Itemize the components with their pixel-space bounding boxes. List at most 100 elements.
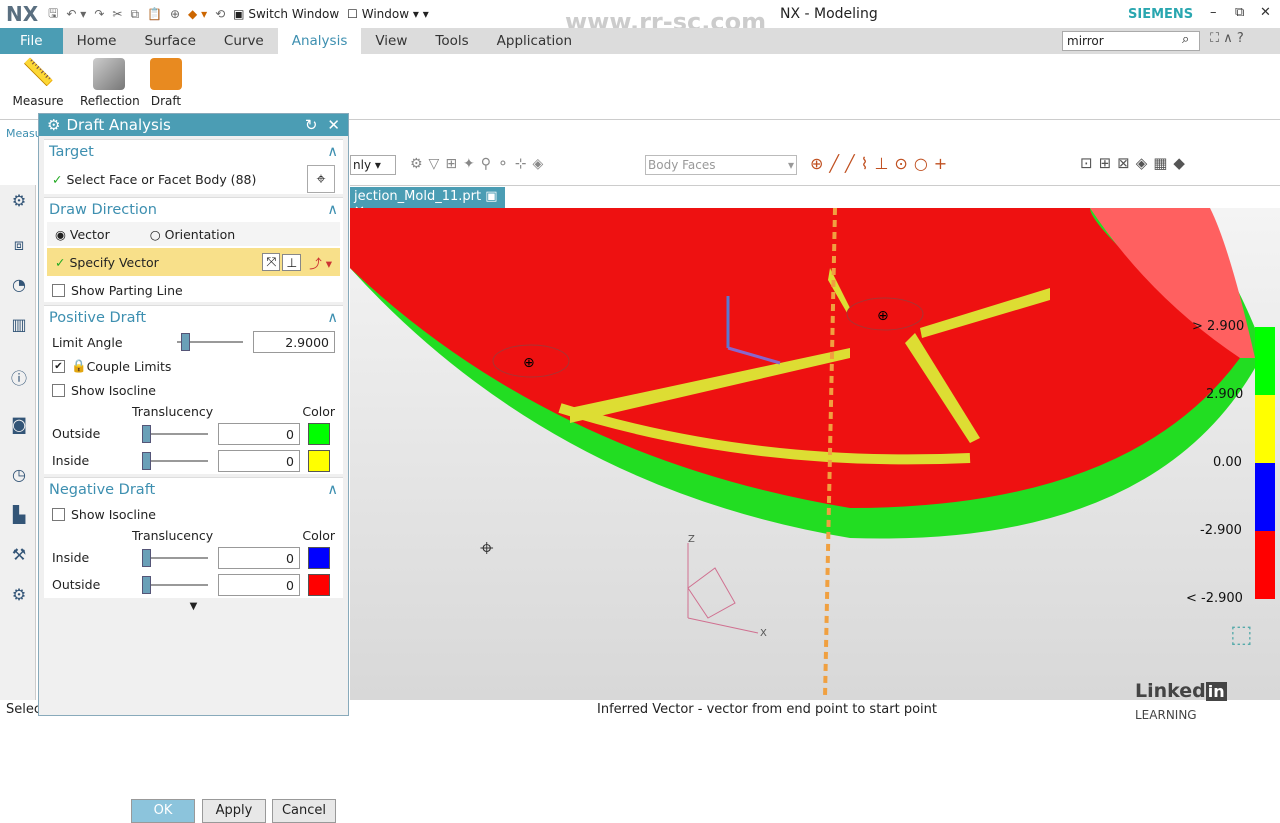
outside-translucency-input[interactable]: 0 bbox=[218, 422, 300, 445]
reverse-direction-icon[interactable]: ⊥ bbox=[282, 253, 302, 271]
limit-angle-slider[interactable] bbox=[177, 333, 243, 351]
undo-icon[interactable]: ↶ ▾ bbox=[66, 7, 86, 21]
fullscreen-icon[interactable]: ⛶ ∧ ? bbox=[1210, 31, 1244, 46]
copy-icon[interactable]: ⧉ bbox=[130, 7, 139, 22]
window-menu-button[interactable]: ☐ Window ▾ ▾ bbox=[347, 7, 429, 21]
negative-outside-color-swatch[interactable] bbox=[308, 573, 330, 596]
command-search-input[interactable]: mirror bbox=[1062, 31, 1200, 51]
negative-outside-input[interactable]: 0 bbox=[218, 573, 300, 596]
orientation-radio[interactable]: ○ Orientation bbox=[150, 227, 235, 242]
snap-point-icons[interactable]: ⊕╱╱⌇⊥⊙○+ bbox=[810, 154, 953, 173]
show-parting-line-checkbox[interactable]: Show Parting Line bbox=[44, 278, 343, 302]
switch-window-button[interactable]: ▣ Switch Window bbox=[233, 7, 339, 21]
reset-icon[interactable]: ↻ bbox=[305, 116, 318, 134]
inferred-vector-dropdown[interactable]: ⤴ ▾ bbox=[309, 253, 332, 272]
tab-analysis[interactable]: Analysis bbox=[277, 28, 362, 54]
nx-logo: NX bbox=[6, 2, 39, 26]
show-isocline-checkbox[interactable]: Show Isocline bbox=[44, 378, 343, 402]
tab-part-file[interactable]: jection_Mold_11.prt ▣ ✕ bbox=[350, 187, 505, 219]
negative-show-isocline-checkbox[interactable]: Show Isocline bbox=[44, 502, 343, 526]
draft-analysis-dialog: ⚙ Draft Analysis ↻ ✕ Target ∧ ✓ Select Fac… bbox=[38, 113, 349, 823]
inside-color-swatch[interactable] bbox=[308, 449, 330, 472]
vector-dialog-icon[interactable]: ⤧ bbox=[262, 253, 281, 271]
roles-icon[interactable]: ⚙ bbox=[8, 585, 30, 607]
ok-button[interactable]: OK bbox=[131, 799, 195, 823]
reflection-button[interactable]: Reflection bbox=[80, 58, 140, 108]
draft-analysis-button[interactable]: Draft bbox=[146, 58, 186, 108]
collapse-icon[interactable]: ∧ bbox=[327, 482, 338, 498]
linkedin-logo: Linked in LEARNING bbox=[1135, 680, 1227, 722]
tab-tools[interactable]: Tools bbox=[421, 28, 482, 54]
tab-file[interactable]: File bbox=[0, 28, 63, 54]
apply-button[interactable]: Apply bbox=[202, 799, 266, 823]
legend-label: < -2.900 bbox=[1186, 591, 1243, 606]
siemens-logo: SIEMENS bbox=[1128, 7, 1194, 22]
web-browser-icon[interactable]: ⓘ bbox=[8, 365, 30, 388]
specify-vector-row[interactable]: ✓ Specify Vector ⤧ ⊥ ⤴ ▾ bbox=[47, 248, 340, 276]
cancel-button[interactable]: Cancel bbox=[272, 799, 336, 823]
ruler-icon: 📏 bbox=[22, 58, 55, 88]
search-icon[interactable]: ⌕ bbox=[1182, 32, 1189, 47]
window-label: Window bbox=[361, 7, 410, 21]
model-view: ⊕ ⊕ Z X ⌖ bbox=[350, 207, 1255, 699]
assembly-navigator-icon[interactable]: ⧈ bbox=[8, 235, 30, 257]
graphics-window[interactable]: ⊕ ⊕ Z X ⌖ bbox=[350, 207, 1280, 700]
cut-icon[interactable]: ✂ bbox=[112, 7, 122, 21]
more-options-icon[interactable]: ▼ bbox=[39, 601, 348, 612]
selection-icons[interactable]: ⚙▽⊞✦⚲⚬⊹◈ bbox=[410, 156, 549, 172]
face-rule-dropdown[interactable]: Body Faces ▾ bbox=[645, 155, 797, 175]
redo-icon[interactable]: ↷ bbox=[94, 7, 104, 21]
repeat-command-icon[interactable]: ⟲ bbox=[215, 7, 225, 21]
vector-radio[interactable]: ◉ Vector bbox=[55, 227, 110, 242]
switch-window-label: Switch Window bbox=[248, 7, 340, 21]
view-triad-icon: ⬚ bbox=[1230, 620, 1253, 648]
tab-view[interactable]: View bbox=[361, 28, 421, 54]
reuse-library-icon[interactable]: ▥ bbox=[8, 315, 30, 337]
paste-icon[interactable]: 📋 bbox=[147, 7, 162, 21]
gear-icon[interactable]: ⚙ bbox=[8, 191, 30, 213]
history-icon[interactable]: ◙ bbox=[8, 415, 30, 437]
outside-translucency-slider[interactable] bbox=[142, 424, 208, 443]
restore-button[interactable]: ⧉ bbox=[1235, 5, 1244, 20]
inside-translucency-input[interactable]: 0 bbox=[218, 449, 300, 472]
clock-icon[interactable]: ◷ bbox=[8, 465, 30, 487]
measure-button[interactable]: 📏 Measure bbox=[12, 58, 64, 108]
legend-color-negative-outside bbox=[1255, 531, 1275, 599]
measure-label: Measure bbox=[12, 94, 64, 108]
select-face-row[interactable]: ✓ Select Face or Facet Body (88) ⌖ bbox=[44, 164, 343, 194]
tab-home[interactable]: Home bbox=[63, 28, 131, 54]
command-finder-icon[interactable]: ◆ ▾ bbox=[188, 7, 207, 21]
collapse-icon[interactable]: ∧ bbox=[327, 144, 338, 160]
close-window-button[interactable]: ✕ bbox=[1260, 5, 1271, 20]
touch-mode-icon[interactable]: ⊕ bbox=[170, 7, 180, 21]
outside-color-swatch[interactable] bbox=[308, 422, 330, 445]
selection-toolbar: nly ▾ ⚙▽⊞✦⚲⚬⊹◈ Body Faces ▾ ⊕╱╱⌇⊥⊙○+ ⊡⊞⊠◈… bbox=[350, 146, 1280, 186]
tab-application[interactable]: Application bbox=[483, 28, 586, 54]
reflection-icon bbox=[93, 58, 125, 90]
negative-inside-slider[interactable] bbox=[142, 548, 208, 567]
inside-translucency-slider[interactable] bbox=[142, 451, 208, 470]
status-message: Inferred Vector - vector from end point … bbox=[597, 702, 937, 717]
visualization-icon[interactable]: ▙ bbox=[8, 505, 30, 527]
negative-inside-input[interactable]: 0 bbox=[218, 546, 300, 569]
ribbon bbox=[0, 54, 1280, 120]
close-icon[interactable]: ✕ bbox=[327, 116, 340, 134]
negative-outside-slider[interactable] bbox=[142, 575, 208, 594]
minimize-button[interactable]: – bbox=[1210, 5, 1217, 20]
view-icons[interactable]: ⊡⊞⊠◈▦◆ bbox=[1080, 154, 1191, 172]
save-icon[interactable]: 🖫 bbox=[48, 4, 58, 25]
selection-filter-dropdown[interactable]: nly ▾ bbox=[350, 155, 396, 175]
negative-inside-label: Inside bbox=[52, 550, 90, 565]
collapse-icon[interactable]: ∧ bbox=[327, 310, 338, 326]
select-face-label: Select Face or Facet Body (88) bbox=[66, 171, 257, 187]
part-navigator-icon[interactable]: ◔ bbox=[8, 275, 30, 297]
legend-label: 0.00 bbox=[1213, 455, 1242, 470]
limit-angle-input[interactable]: 2.9000 bbox=[253, 331, 335, 353]
couple-limits-checkbox[interactable]: ✔ 🔒 Couple Limits bbox=[44, 354, 343, 378]
collapse-icon[interactable]: ∧ bbox=[327, 202, 338, 218]
crosshair-select-icon[interactable]: ⌖ bbox=[307, 165, 335, 193]
negative-inside-color-swatch[interactable] bbox=[308, 546, 330, 569]
tab-curve[interactable]: Curve bbox=[210, 28, 278, 54]
tab-surface[interactable]: Surface bbox=[130, 28, 209, 54]
process-studio-icon[interactable]: ⚒ bbox=[8, 545, 30, 567]
